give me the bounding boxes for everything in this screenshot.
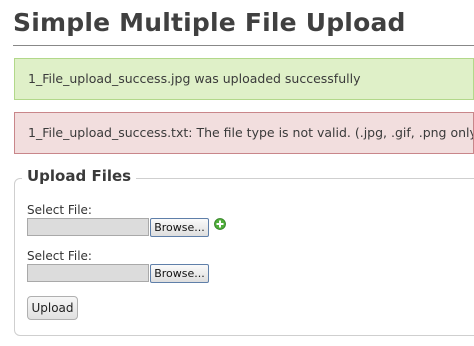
error-message: 1_File_upload_success.txt: The file type…: [14, 112, 474, 154]
select-file-label: Select File:: [27, 203, 92, 217]
page-title: Simple Multiple File Upload: [13, 8, 406, 37]
select-file-label: Select File:: [27, 249, 92, 263]
browse-button[interactable]: Browse...: [150, 218, 209, 237]
fieldset-legend: Upload Files: [22, 167, 137, 185]
upload-page: Simple Multiple File Upload 1_File_uploa…: [0, 0, 474, 346]
file-path-field[interactable]: [27, 264, 149, 282]
title-divider: [13, 45, 474, 46]
success-message: 1_File_upload_success.jpg was uploaded s…: [14, 58, 474, 100]
browse-button[interactable]: Browse...: [150, 264, 209, 283]
upload-button[interactable]: Upload: [27, 296, 78, 320]
file-path-field[interactable]: [27, 218, 149, 236]
add-field-icon[interactable]: [214, 218, 226, 230]
